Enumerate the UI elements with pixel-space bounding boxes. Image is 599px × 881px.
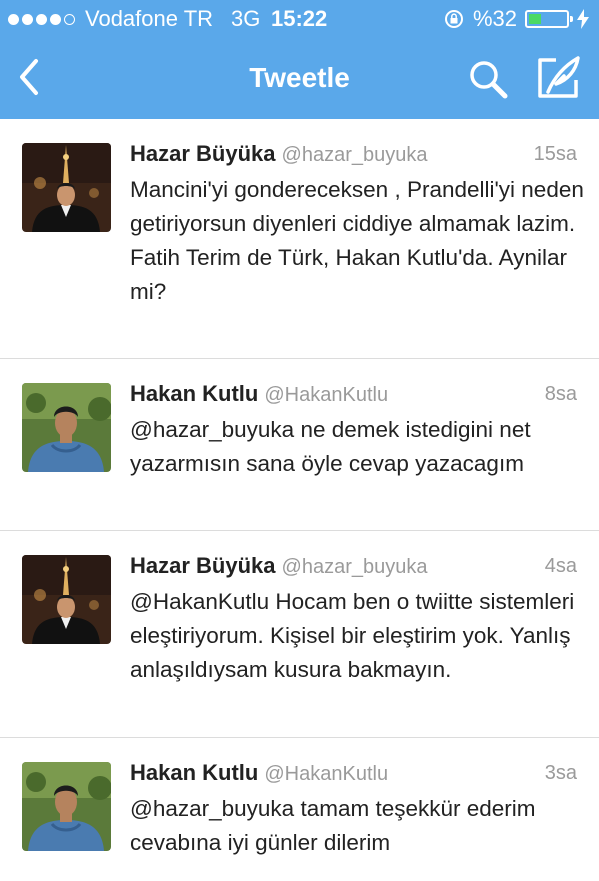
search-icon <box>470 61 508 99</box>
author-name[interactable]: Hakan Kutlu <box>130 381 258 406</box>
tweet-item[interactable]: Hakan Kutlu @HakanKutlu 3sa @hazar_buyuka… <box>0 738 599 881</box>
status-bar: Vodafone TR 3G 15:22 %32 <box>0 0 599 40</box>
compose-icon <box>538 56 580 98</box>
user-photo-icon <box>22 143 111 232</box>
tweet-text: @hazar_buyuka ne demek istedigini net ya… <box>130 417 531 476</box>
tweet-timestamp: 4sa <box>544 555 577 577</box>
user-photo-icon <box>22 383 111 472</box>
author-handle[interactable]: @HakanKutlu <box>264 384 388 406</box>
app-header: Vodafone TR 3G 15:22 %32 Tweetle <box>0 0 599 119</box>
tweet-item[interactable]: Hazar Büyüka @hazar_buyuka 15sa Mancini'y… <box>0 119 599 359</box>
carrier-label: Vodafone TR <box>85 6 214 31</box>
clock: 15:22 <box>271 6 328 31</box>
user-photo-icon <box>22 555 111 644</box>
avatar[interactable] <box>22 555 111 644</box>
tweet-item[interactable]: Hazar Büyüka @hazar_buyuka 4sa @HakanKutl… <box>0 531 599 738</box>
tweet-text: @HakanKutlu Hocam ben o twiitte sistemle… <box>130 589 575 682</box>
author-handle[interactable]: @hazar_buyuka <box>282 556 428 578</box>
author-handle[interactable]: @HakanKutlu <box>264 763 388 785</box>
network-label: 3G <box>231 6 261 31</box>
rotation-lock-icon <box>444 10 463 28</box>
search-button[interactable] <box>466 57 510 101</box>
signal-strength-icon <box>8 13 75 25</box>
author-name[interactable]: Hazar Büyüka <box>130 141 276 166</box>
user-photo-icon <box>22 762 111 851</box>
tweet-timestamp: 8sa <box>544 383 577 405</box>
avatar[interactable] <box>22 383 111 472</box>
tweet-timestamp: 15sa <box>533 143 577 165</box>
tweet-text: Mancini'yi gondereceksen , Prandelli'yi … <box>130 177 584 304</box>
tweet-timestamp: 3sa <box>544 762 577 784</box>
nav-bar: Tweetle <box>0 40 599 119</box>
author-name[interactable]: Hakan Kutlu <box>130 760 258 785</box>
avatar[interactable] <box>22 143 111 232</box>
avatar[interactable] <box>22 762 111 851</box>
tweet-text: @hazar_buyuka tamam teşekkür ederim ceva… <box>130 796 536 855</box>
author-handle[interactable]: @hazar_buyuka <box>282 144 428 166</box>
compose-button[interactable] <box>534 54 582 102</box>
tweet-item[interactable]: Hakan Kutlu @HakanKutlu 8sa @hazar_buyuka… <box>0 359 599 531</box>
battery-icon <box>525 10 573 28</box>
author-name[interactable]: Hazar Büyüka <box>130 553 276 578</box>
battery-level-fill <box>529 14 541 24</box>
battery-percent: %32 <box>472 6 517 31</box>
charging-bolt-icon <box>577 9 589 29</box>
